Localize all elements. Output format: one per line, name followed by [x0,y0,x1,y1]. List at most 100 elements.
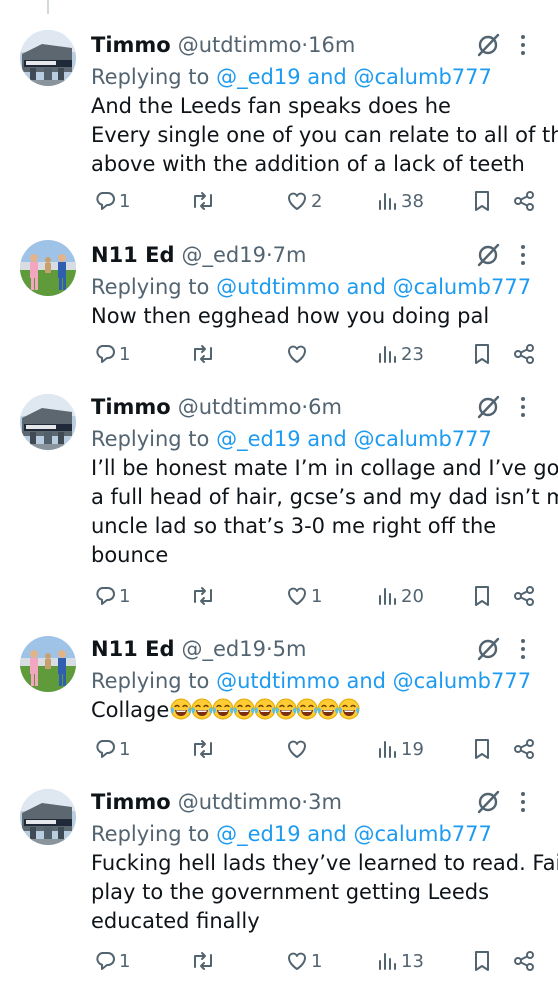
laughing-tears-emoji [253,696,276,725]
reply-button[interactable]: 1 [91,581,130,611]
avatar[interactable] [20,240,76,296]
reply-button[interactable]: 1 [91,734,130,764]
more-icon[interactable] [515,634,531,664]
avatar[interactable] [20,789,76,845]
like-icon [285,342,309,366]
bookmark-icon [471,584,493,608]
repost-button[interactable] [188,339,218,369]
mention-link[interactable]: @utdtimmo [216,669,340,693]
mention-link[interactable]: @utdtimmo [216,275,340,299]
like-button[interactable] [283,339,311,369]
share-button[interactable] [510,339,536,369]
user-handle[interactable]: @_ed19 [182,238,266,272]
views-button[interactable]: 20 [375,581,424,611]
mention-link[interactable]: @_ed19 [216,427,300,451]
timestamp[interactable]: 5m [273,632,307,666]
tweet-text-line: Every single one of you can relate to al… [91,121,558,150]
tweet-text-content: bounce [91,543,169,567]
views-icon [377,342,399,366]
mention-link[interactable]: @calumb777 [353,65,491,89]
grok-icon[interactable] [475,242,501,268]
grok-icon[interactable] [475,32,501,58]
avatar[interactable] [20,394,76,450]
display-name[interactable]: N11 Ed [91,632,175,666]
grok-icon[interactable] [475,394,501,420]
grok-icon[interactable] [475,789,501,815]
bookmark-button[interactable] [469,946,493,976]
avatar[interactable] [20,30,76,86]
timestamp[interactable]: 6m [308,390,342,424]
timestamp[interactable]: 16m [308,28,355,62]
repost-button[interactable] [188,946,218,976]
share-button[interactable] [510,946,536,976]
replying-to-label: Replying to [91,669,210,693]
display-name[interactable]: Timmo [91,390,171,424]
more-icon[interactable] [515,392,531,422]
avatar[interactable] [20,636,76,692]
like-button[interactable]: 2 [283,186,322,216]
laughing-tears-emoji [274,696,297,725]
reply-button[interactable]: 1 [91,186,130,216]
bookmark-button[interactable] [469,186,493,216]
reply-count: 1 [119,950,131,972]
mention-joiner: and [339,669,393,693]
like-button[interactable] [283,734,311,764]
mention-joiner: and [300,427,354,451]
views-button[interactable]: 23 [375,339,424,369]
user-handle[interactable]: @utdtimmo [178,28,302,62]
display-name[interactable]: Timmo [91,785,171,819]
reply-button[interactable]: 1 [91,946,130,976]
reply-button[interactable]: 1 [91,339,130,369]
grok-icon[interactable] [475,636,501,662]
reply-count: 1 [119,343,131,365]
views-button[interactable]: 38 [375,186,424,216]
laughing-tears-emoji [316,696,339,725]
more-icon[interactable] [515,787,531,817]
views-button[interactable]: 19 [375,734,424,764]
reply-count: 1 [119,585,131,607]
bookmark-button[interactable] [469,734,493,764]
mention-link[interactable]: @calumb777 [353,427,491,451]
user-handle[interactable]: @utdtimmo [178,785,302,819]
views-icon [377,189,399,213]
mention-link[interactable]: @calumb777 [393,669,531,693]
views-icon [377,949,399,973]
like-button[interactable]: 1 [283,946,322,976]
tweet-text-content: a full head of hair, gcse’s and my dad i… [91,485,558,509]
share-button[interactable] [510,186,536,216]
timestamp[interactable]: 3m [308,785,342,819]
repost-button[interactable] [188,734,218,764]
bookmark-button[interactable] [469,581,493,611]
more-icon[interactable] [515,240,531,270]
display-name[interactable]: N11 Ed [91,238,175,272]
replying-to: Replying to @_ed19 and @calumb777 [91,62,546,92]
timestamp[interactable]: 7m [273,238,307,272]
tweet-actions: 1 23 [91,339,541,369]
repost-button[interactable] [188,186,218,216]
tweet-content: N11 Ed @_ed19 · 5m Replying to @utdtimmo a… [91,632,546,760]
views-icon [377,737,399,761]
repost-icon [190,949,216,973]
share-button[interactable] [510,734,536,764]
tweet-text-content: play to the government getting Leeds [91,880,490,904]
tweet-text-line: Fucking hell lads they’ve learned to rea… [91,849,558,878]
separator-dot: · [265,243,273,267]
bookmark-button[interactable] [469,339,493,369]
separator-dot: · [301,790,309,814]
like-button[interactable]: 1 [283,581,322,611]
share-button[interactable] [510,581,536,611]
like-icon [285,949,309,973]
like-count: 1 [311,585,323,607]
display-name[interactable]: Timmo [91,28,171,62]
replying-to-label: Replying to [91,275,210,299]
views-button[interactable]: 13 [375,946,424,976]
mention-link[interactable]: @calumb777 [353,822,491,846]
tweet-content: Timmo @utdtimmo · 3m Replying to @_ed19 an… [91,785,558,972]
mention-link[interactable]: @calumb777 [393,275,531,299]
mention-link[interactable]: @_ed19 [216,65,300,89]
user-handle[interactable]: @_ed19 [182,632,266,666]
user-handle[interactable]: @utdtimmo [178,390,302,424]
mention-link[interactable]: @_ed19 [216,822,300,846]
repost-button[interactable] [188,581,218,611]
more-icon[interactable] [515,30,531,60]
